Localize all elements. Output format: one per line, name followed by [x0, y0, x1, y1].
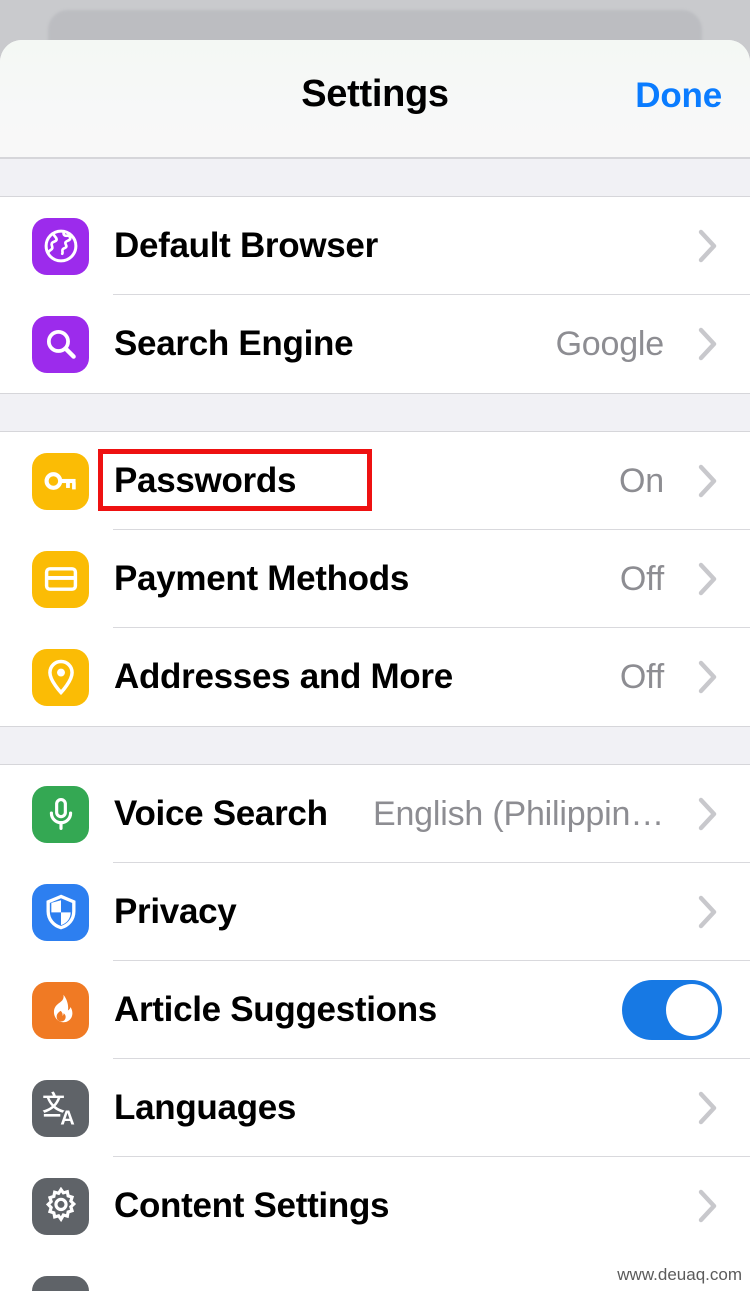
key-icon [32, 452, 89, 510]
chevron-right-icon [686, 1187, 730, 1225]
settings-row-passwords[interactable]: Passwords On [0, 432, 750, 530]
row-label: Article Suggestions [114, 990, 437, 1029]
screen: google.com Settings Done Default Browser… [0, 0, 750, 1291]
toggle-switch[interactable] [622, 980, 722, 1040]
chevron-right-icon [686, 325, 730, 363]
settings-row-article-suggestions[interactable]: Article Suggestions [0, 961, 750, 1059]
row-value: On [619, 461, 664, 500]
shield-icon [32, 883, 89, 941]
row-label: Search Engine [114, 324, 354, 363]
settings-row-default-browser[interactable]: Default Browser [0, 197, 750, 295]
chevron-right-icon [686, 893, 730, 931]
settings-row-privacy[interactable]: Privacy [0, 863, 750, 961]
row-label: Passwords [114, 461, 297, 500]
translate-icon: 文A [32, 1079, 89, 1137]
section-divider [0, 393, 750, 432]
settings-row-content-settings[interactable]: Content Settings [0, 1157, 750, 1255]
sheet-header: Settings Done [0, 40, 750, 158]
settings-row-search-engine[interactable]: Search Engine Google [0, 295, 750, 393]
row-label: Payment Methods [114, 559, 409, 598]
row-value: Off [619, 559, 664, 598]
row-value: Off [619, 657, 664, 696]
settings-row-payment-methods[interactable]: Payment Methods Off [0, 530, 750, 628]
credit-card-icon [32, 550, 89, 608]
settings-row-languages[interactable]: 文 A Languages [0, 1059, 750, 1157]
settings-list: Default Browser Search Engine Google Passwo… [0, 158, 750, 1291]
section-divider [0, 726, 750, 765]
row-label: Content Settings [114, 1186, 390, 1225]
row-label: Voice Search [114, 794, 328, 833]
row-value: Google [555, 324, 665, 363]
toggle-knob [666, 984, 718, 1036]
gear-icon [32, 1177, 89, 1235]
row-label: Languages [114, 1088, 297, 1127]
microphone-icon [32, 785, 89, 843]
search-icon [32, 315, 89, 373]
chevron-right-icon [686, 560, 730, 598]
row-label: Addresses and More [114, 657, 453, 696]
location-pin-icon [32, 648, 89, 706]
svg-text:A: A [60, 1107, 75, 1129]
row-value: English (Philippin… [372, 794, 664, 833]
chevron-right-icon [686, 795, 730, 833]
chevron-right-icon [686, 658, 730, 696]
row-label: Default Browser [114, 226, 378, 265]
settings-sheet: Settings Done Default Browser Search Engi… [0, 40, 750, 1291]
section-divider [0, 158, 750, 197]
settings-row-addresses-and-more[interactable]: Addresses and More Off [0, 628, 750, 726]
chevron-right-icon [686, 227, 730, 265]
globe-icon [32, 217, 89, 275]
flame-icon [32, 981, 89, 1039]
done-button[interactable]: Done [635, 76, 722, 116]
partial-icon [32, 1275, 89, 1291]
settings-row-voice-search[interactable]: Voice Search English (Philippin… [0, 765, 750, 863]
watermark: www.deuaq.com [617, 1265, 742, 1284]
chevron-right-icon [686, 1089, 730, 1127]
chevron-right-icon [686, 462, 730, 500]
row-label: Privacy [114, 892, 237, 931]
